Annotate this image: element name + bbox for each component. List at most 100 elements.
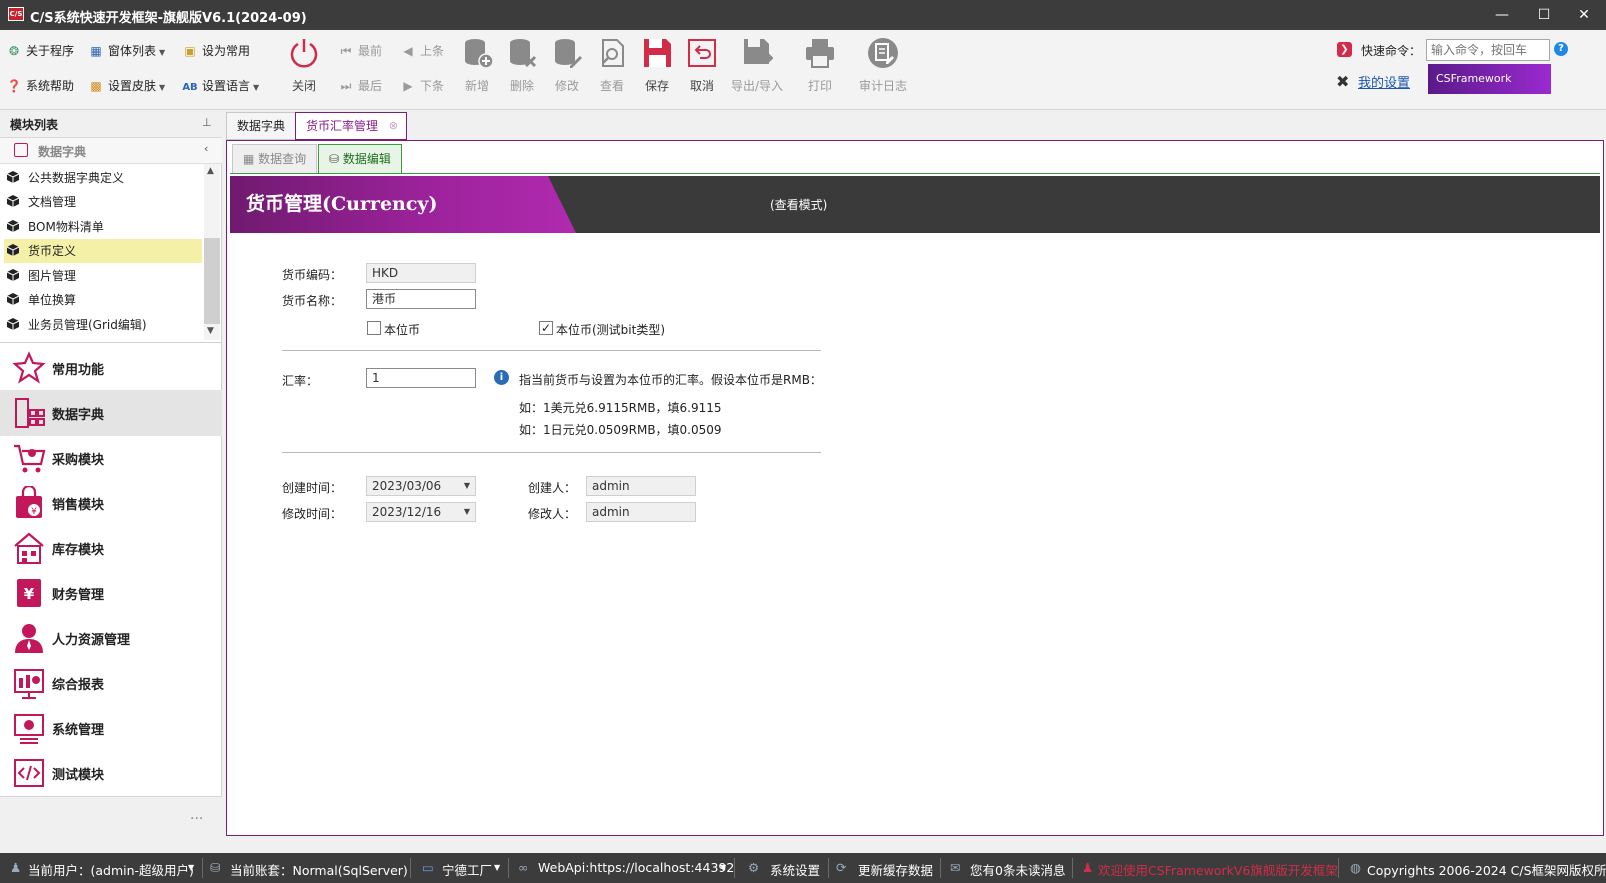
scrollbar-thumb[interactable] [204, 238, 220, 324]
system-settings-link[interactable]: 系统设置 [770, 860, 820, 879]
chevron-down-icon[interactable]: ▼ [494, 863, 500, 872]
tab-currency-rate[interactable]: 货币汇率管理 ⊗ [295, 112, 408, 140]
first-button[interactable]: ⏮ 最前 [338, 40, 382, 62]
module-list-item[interactable]: 文档管理 [4, 190, 202, 214]
currency-code-field[interactable]: HKD [366, 263, 476, 283]
creator-field[interactable]: admin [586, 476, 696, 496]
module-category-item[interactable]: ¥ 销售模块 [0, 480, 222, 526]
shopping-cart-icon [14, 444, 46, 473]
my-settings-link[interactable]: 我的设置 [1358, 72, 1410, 91]
local-currency-checkbox[interactable] [367, 321, 381, 335]
module-list-item-label: 图片管理 [28, 269, 77, 283]
refresh-icon: ⟳ [836, 860, 847, 875]
module-panel-title: 模块列表 [10, 118, 59, 132]
module-group-label: 数据字典 [38, 145, 87, 159]
local-currency-bit-checkbox[interactable]: ✓ [539, 321, 553, 335]
chevron-down-icon[interactable]: ▼ [188, 863, 194, 872]
module-category-label: 常用功能 [52, 363, 105, 378]
tab-data-edit[interactable]: ⛁ 数据编辑 [318, 144, 402, 174]
unread-messages[interactable]: 您有0条未读消息 [970, 860, 1065, 879]
save-button[interactable]: 保存 [632, 32, 682, 108]
add-button[interactable]: 新增 [452, 32, 502, 108]
print-button[interactable]: 打印 [795, 32, 845, 108]
created-time-field[interactable]: 2023/03/06 ▼ [366, 476, 476, 496]
view-button[interactable]: 查看 [587, 32, 637, 108]
export-import-button[interactable]: 导出/导入 [731, 32, 783, 108]
module-list-item[interactable]: 业务员管理(Grid编辑) [4, 313, 202, 337]
system-icon [14, 714, 44, 744]
module-category-item[interactable]: 综合报表 [0, 660, 222, 706]
chevron-down-icon[interactable]: ▼ [720, 863, 726, 872]
module-list-item[interactable]: 货币定义 [4, 239, 202, 263]
skin-icon: ▩ [90, 79, 102, 93]
cube-icon [6, 171, 20, 183]
database-icon: ⛁ [210, 860, 221, 875]
modifier-field[interactable]: admin [586, 502, 696, 522]
help-circle-icon[interactable]: ? [1554, 42, 1568, 56]
modified-time-field[interactable]: 2023/12/16 ▼ [366, 502, 476, 522]
set-common-button[interactable]: ▣ 设为常用 [182, 40, 250, 62]
module-category-item[interactable]: 系统管理 [0, 705, 222, 751]
factory[interactable]: 宁德工厂 [442, 860, 492, 879]
created-time-label: 创建时间： [282, 481, 343, 495]
module-list-item[interactable]: 单位换算 [4, 288, 202, 312]
more-icon[interactable]: ... [190, 807, 203, 823]
chevron-down-icon[interactable]: ▼ [464, 503, 470, 521]
module-panel-footer: ... [0, 796, 222, 836]
current-account: 当前账套：Normal(SqlServer) [230, 863, 408, 878]
module-category-label: 销售模块 [52, 498, 105, 513]
module-list-item[interactable]: 图片管理 [4, 264, 202, 288]
audit-log-button[interactable]: 审计日志 [858, 32, 908, 108]
module-category-item[interactable]: 测试模块 [0, 750, 222, 796]
last-label: 最后 [358, 79, 383, 93]
about-button[interactable]: ❂ 关于程序 [6, 40, 74, 62]
minimize-button[interactable]: — [1480, 0, 1524, 30]
tab-close-icon[interactable]: ⊗ [389, 113, 398, 139]
last-button[interactable]: ⏭ 最后 [338, 75, 382, 97]
module-list-item[interactable]: 公共数据字典定义 [4, 166, 202, 190]
help-button[interactable]: ❓ 系统帮助 [6, 75, 75, 97]
currency-name-field[interactable]: 港币 [366, 289, 476, 309]
module-list-item-label: 文档管理 [28, 195, 77, 209]
module-category-item[interactable]: 常用功能 [0, 345, 222, 391]
module-category-item[interactable]: 采购模块 [0, 435, 222, 481]
cancel-button[interactable]: 取消 [677, 32, 727, 108]
module-category-item[interactable]: 人力资源管理 [0, 615, 222, 661]
language-button[interactable]: AB 设置语言 ▼ [182, 75, 259, 97]
shopping-bag-icon: ¥ [16, 486, 42, 518]
delete-button[interactable]: 删除 [497, 32, 547, 108]
tab-data-query[interactable]: ▦ 数据查询 [232, 144, 318, 174]
module-category-item[interactable]: 库存模块 [0, 525, 222, 571]
separator [734, 858, 735, 878]
next-button[interactable]: ▶ 下条 [400, 75, 444, 97]
first-icon: ⏮ [340, 44, 352, 58]
rate-hint: 指当前货币与设置为本位币的汇率。假设本位币是RMB： [519, 373, 822, 387]
current-user[interactable]: 当前用户：(admin-超级用户) [28, 860, 194, 879]
webapi-address[interactable]: WebApi:https://localhost:44392 [538, 860, 734, 875]
chevron-down-icon[interactable]: ▼ [464, 477, 470, 495]
close-window-button[interactable]: ✕ [1562, 0, 1606, 30]
module-category-item[interactable]: 数据字典 [0, 390, 222, 436]
skin-button[interactable]: ▩ 设置皮肤 ▼ [88, 75, 165, 97]
edit-button[interactable]: 修改 [542, 32, 592, 108]
scroll-up-icon[interactable]: ▲ [207, 166, 214, 176]
close-button[interactable]: 关闭 [279, 32, 329, 108]
tab-data-dictionary[interactable]: 数据字典 [226, 112, 297, 140]
module-category-item[interactable]: ¥ 财务管理 [0, 570, 222, 616]
module-list-item[interactable]: BOM物料清单 [4, 215, 202, 239]
scroll-down-icon[interactable]: ▼ [207, 326, 214, 336]
window-list-button[interactable]: ▦ 窗体列表 ▼ [88, 40, 165, 62]
tab-data-query-label: 数据查询 [258, 152, 307, 166]
chevron-left-icon[interactable]: ‹ [204, 142, 208, 155]
prev-button[interactable]: ◀ 上条 [400, 40, 444, 62]
module-group-header[interactable]: 数据字典 ‹ [0, 138, 222, 164]
quick-command-input[interactable] [1426, 39, 1550, 61]
currency-name-label: 货币名称： [282, 294, 343, 308]
database-edit-icon [555, 39, 582, 68]
separator [508, 858, 509, 878]
module-list-scrollbar[interactable]: ▲ ▼ [204, 164, 220, 340]
refresh-cache-link[interactable]: 更新缓存数据 [858, 860, 933, 879]
pin-icon[interactable]: ⊥ [202, 116, 212, 129]
rate-field[interactable]: 1 [366, 368, 476, 388]
maximize-button[interactable]: ☐ [1522, 0, 1566, 30]
